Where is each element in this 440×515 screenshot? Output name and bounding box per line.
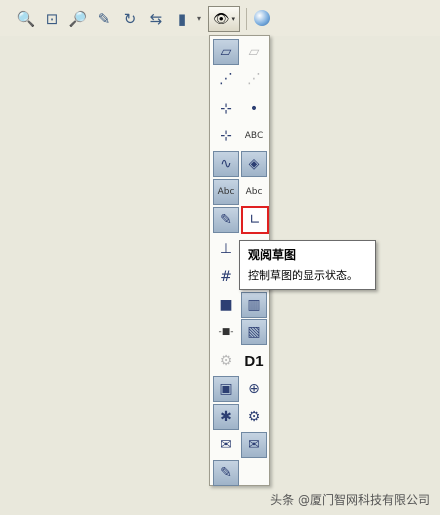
view-bolts-icon[interactable]: ✱ — [213, 404, 239, 430]
view-grid-snap-glyph: ⊥ — [219, 241, 233, 257]
view-cosmetic-threads-glyph: ▧ — [247, 324, 261, 340]
view-sketches-icon[interactable]: ∟ — [241, 206, 269, 234]
view-coordinate-systems-icon[interactable]: ⊹ — [213, 123, 239, 149]
appearance-globe-icon[interactable] — [254, 10, 270, 26]
view-points-glyph: • — [249, 101, 259, 117]
view-lights-icon[interactable]: ▣ — [213, 376, 239, 402]
view-origins-glyph: ⊹ — [220, 101, 232, 117]
view-center-of-mass-glyph: ⊕ — [248, 381, 260, 397]
view-orientation-dropdown-icon[interactable]: ▾ — [197, 14, 201, 23]
view-live-section-icon[interactable]: ✎ — [213, 460, 239, 486]
view-dimension-names-icon[interactable]: ABC — [241, 123, 267, 149]
view-cosmetic-threads-icon[interactable]: ▧ — [241, 319, 267, 345]
view-live-section-glyph: ✎ — [220, 465, 232, 481]
view-temp-axes-icon[interactable]: ⋰ — [241, 66, 267, 92]
view-grid-icon[interactable]: # — [213, 264, 239, 290]
view-dimension-names-glyph: ABC — [244, 130, 264, 141]
view-curves-glyph: ∿ — [220, 156, 232, 172]
toolbar-separator — [246, 8, 247, 30]
view-temp-axes-glyph: ⋰ — [247, 71, 261, 87]
view-grid-glyph: # — [220, 269, 232, 285]
zoom-to-fit-icon[interactable]: 🔍 — [15, 8, 37, 30]
view-gears-glyph: ⚙ — [247, 409, 261, 425]
view-weldments-icon[interactable]: ▥ — [241, 292, 267, 318]
view-origins-icon[interactable]: ⊹ — [213, 96, 239, 122]
view-planes-alt-glyph: ▱ — [248, 44, 260, 60]
view-cameras-icon[interactable]: ■ — [213, 292, 239, 318]
view-annotations-icon[interactable]: Abc — [213, 179, 239, 205]
view-routing-points-glyph: -■- — [218, 326, 234, 337]
view-sketches-glyph: ∟ — [249, 212, 261, 228]
view-sketch-relations-icon[interactable]: ✎ — [213, 207, 239, 233]
view-toolbar: 🔍 ⊡ 🔎 ✎ ↻ ⇆ ▮ ▾ 👁 ▾ — [0, 0, 440, 36]
zoom-to-selection-icon[interactable]: ✎ — [93, 8, 115, 30]
view-dimension-names-d1-glyph: D1 — [244, 352, 264, 370]
zoom-to-area-icon[interactable]: ⊡ — [41, 8, 63, 30]
view-routing-points-icon[interactable]: -■- — [213, 319, 239, 345]
view-grid-snap-icon[interactable]: ⊥ — [213, 236, 239, 262]
view-points-icon[interactable]: • — [241, 96, 267, 122]
view-planes-alt-icon[interactable]: ▱ — [241, 39, 267, 65]
tooltip-body: 控制草图的显示状态。 — [248, 269, 358, 282]
watermark: 头条 @厦门智网科技有限公司 — [270, 493, 430, 507]
view-planes-icon[interactable]: ▱ — [213, 39, 239, 65]
view-feature-dimensions-glyph: Abc — [245, 186, 263, 197]
view-mail-alt-glyph: ✉ — [248, 437, 260, 453]
view-lights-glyph: ▣ — [219, 381, 233, 397]
view-gears-icon[interactable]: ⚙ — [241, 404, 267, 430]
view-planes-glyph: ▱ — [220, 44, 232, 60]
view-weldments-glyph: ▥ — [247, 297, 261, 313]
rotate-view-icon[interactable]: ↻ — [119, 8, 141, 30]
view-mail-glyph: ✉ — [220, 437, 232, 453]
eye-icon: 👁 — [212, 11, 230, 27]
view-bolts-glyph: ✱ — [220, 409, 232, 425]
view-curves-icon[interactable]: ∿ — [213, 151, 239, 177]
view-empty-slot — [241, 460, 267, 486]
view-parting-lines-icon[interactable]: ◈ — [241, 151, 267, 177]
view-parting-lines-glyph: ◈ — [248, 156, 260, 172]
zoom-in-out-icon[interactable]: 🔎 — [67, 8, 89, 30]
view-feature-dimensions-icon[interactable]: Abc — [241, 179, 267, 205]
view-mail-icon[interactable]: ✉ — [213, 432, 239, 458]
previous-view-icon[interactable]: ⇆ — [145, 8, 167, 30]
view-axes-glyph: ⋰ — [219, 71, 233, 87]
view-cameras-glyph: ■ — [219, 297, 233, 313]
tooltip: 观阅草图 控制草图的显示状态。 — [239, 240, 376, 290]
view-center-of-mass-icon[interactable]: ⊕ — [241, 376, 267, 402]
view-decals-glyph: ⚙ — [219, 353, 233, 369]
tooltip-title: 观阅草图 — [248, 248, 297, 262]
view-coordinate-systems-glyph: ⊹ — [220, 128, 232, 144]
view-mail-alt-icon[interactable]: ✉ — [241, 432, 267, 458]
chevron-down-icon: ▾ — [231, 15, 236, 23]
view-sketch-relations-glyph: ✎ — [220, 212, 232, 228]
view-annotations-glyph: Abc — [217, 186, 235, 197]
view-orientation-icon[interactable]: ▮ — [171, 8, 193, 30]
hide-show-items-button[interactable]: 👁 ▾ — [208, 6, 240, 32]
view-decals-icon[interactable]: ⚙ — [213, 348, 239, 374]
view-axes-icon[interactable]: ⋰ — [213, 66, 239, 92]
view-dimension-names-d1-icon[interactable]: D1 — [241, 348, 267, 374]
